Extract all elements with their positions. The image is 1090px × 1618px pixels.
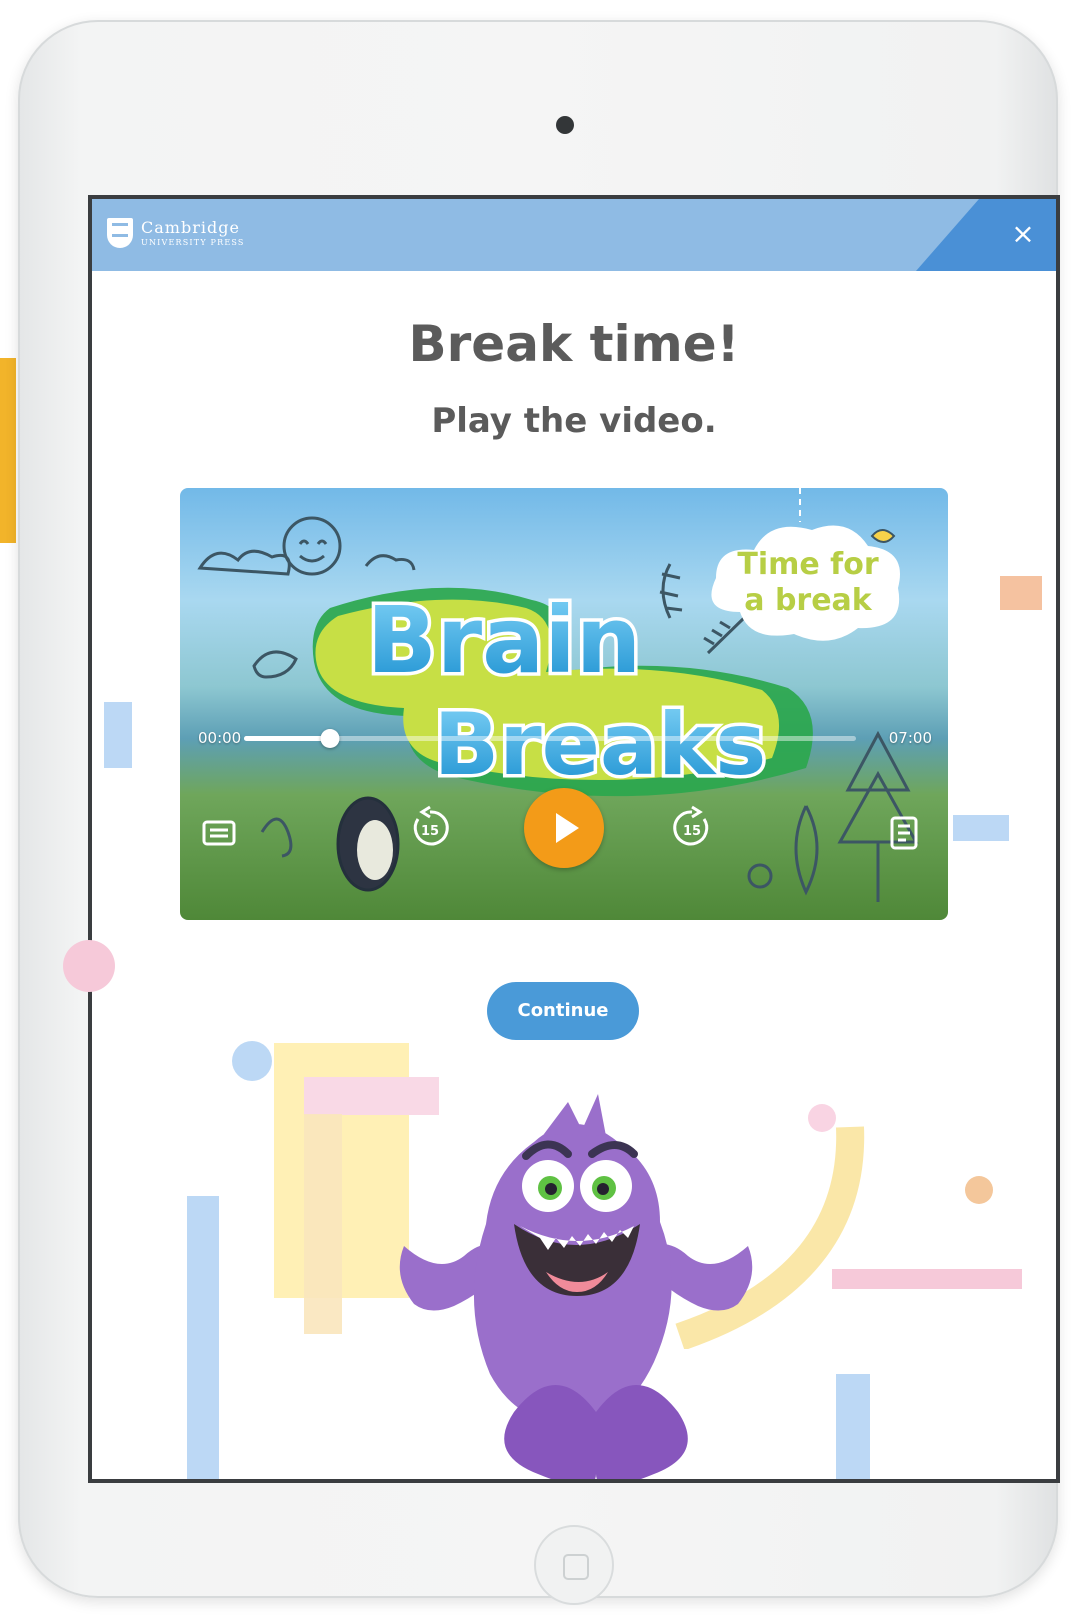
- forward-15-button[interactable]: 15: [668, 803, 716, 851]
- cloud-text-line-1: Time for: [737, 547, 878, 582]
- transcript-button[interactable]: [890, 816, 918, 850]
- home-button[interactable]: [534, 1525, 614, 1605]
- captions-icon: [202, 820, 236, 846]
- seek-bar[interactable]: [244, 729, 856, 748]
- app-screen: Cambridge UNIVERSITY PRESS × Break time!…: [88, 195, 1060, 1483]
- brain-title-text: Brain: [367, 587, 642, 694]
- duration: 07:00: [888, 729, 932, 747]
- outside-decor-blue-left: [104, 702, 132, 768]
- page-title: Break time!: [408, 315, 740, 373]
- play-button[interactable]: [524, 788, 604, 868]
- rewind-seconds: 15: [421, 824, 439, 839]
- outside-decor-blue-right: [953, 815, 1009, 841]
- video-player[interactable]: Time for a break Brain Breaks 00:00 07:0…: [180, 488, 948, 920]
- brain-breaks-title: Brain Breaks: [312, 584, 813, 799]
- cloud-text-line-2: a break: [744, 583, 873, 618]
- decor-block-peach: [304, 1114, 342, 1334]
- current-time: 00:00: [198, 729, 242, 747]
- forward-15-icon: 15: [673, 805, 709, 846]
- brand-name: Cambridge: [141, 217, 240, 237]
- cambridge-logo: Cambridge UNIVERSITY PRESS: [107, 218, 245, 248]
- brand-subtitle: UNIVERSITY PRESS: [141, 237, 245, 247]
- forward-seconds: 15: [683, 824, 701, 839]
- tablet-device: Cambridge UNIVERSITY PRESS × Break time!…: [18, 20, 1060, 1605]
- decor-circle-blue: [232, 1041, 272, 1081]
- captions-button[interactable]: [202, 820, 236, 846]
- decor-bar-blue-right: [836, 1374, 870, 1479]
- instruction-text: Play the video.: [431, 401, 717, 441]
- front-camera: [556, 116, 574, 134]
- purple-monster-illustration: [399, 1094, 753, 1479]
- outside-decor-peach: [1000, 576, 1042, 610]
- close-button[interactable]: ×: [1006, 217, 1040, 251]
- device-scene: Cambridge UNIVERSITY PRESS × Break time!…: [0, 0, 1090, 1618]
- play-icon: [556, 813, 579, 843]
- transcript-icon: [890, 816, 918, 850]
- decor-bar-blue: [187, 1196, 219, 1479]
- breaks-title-text: Breaks: [434, 695, 767, 795]
- outside-decor-pink-circle: [63, 940, 115, 992]
- yellow-side-accent: [0, 358, 16, 543]
- seek-handle[interactable]: [320, 729, 340, 748]
- continue-button[interactable]: Continue: [487, 982, 639, 1040]
- rewind-15-button[interactable]: 15: [406, 803, 454, 851]
- decor-circle-peach: [965, 1176, 993, 1204]
- rewind-15-icon: 15: [413, 805, 449, 846]
- seek-progress: [244, 736, 330, 741]
- shield-icon: [107, 218, 133, 248]
- app-header: Cambridge UNIVERSITY PRESS ×: [92, 199, 1056, 271]
